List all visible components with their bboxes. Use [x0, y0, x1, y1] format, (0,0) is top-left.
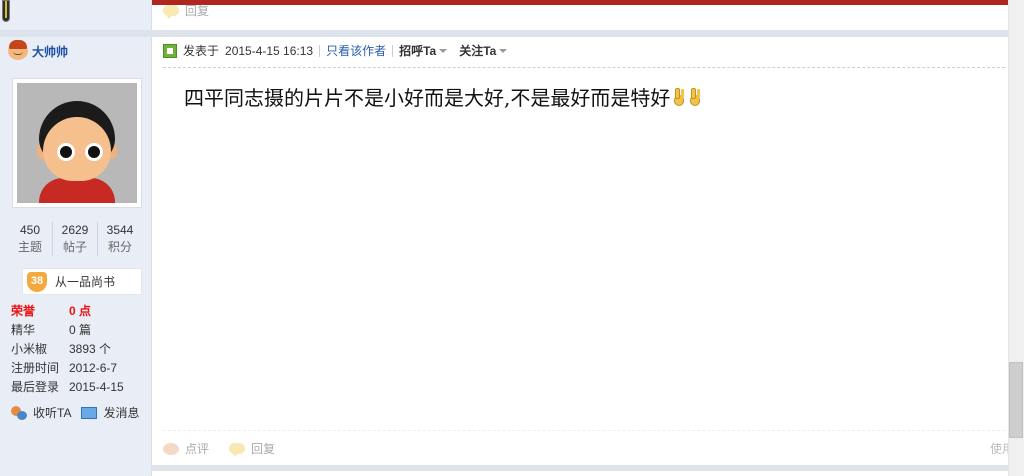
message-link[interactable]: 发消息	[103, 404, 139, 421]
stat-topics[interactable]: 450 主题	[8, 222, 53, 256]
avatar[interactable]	[12, 78, 142, 208]
follow-dropdown[interactable]: 关注Ta	[459, 42, 508, 59]
previous-reply-label: 回复	[185, 4, 210, 18]
avatar-eye-left	[57, 143, 75, 161]
info-key: 最后登录	[11, 380, 60, 394]
greet-label: 招呼Ta	[399, 44, 437, 58]
post-footer-divider	[163, 430, 1005, 431]
info-value: 2012-6-7	[69, 361, 118, 375]
follow-label: 关注Ta	[459, 44, 497, 58]
posted-label: 发表于	[183, 44, 220, 58]
stat-points-label: 积分	[107, 240, 132, 254]
avatar-body	[39, 178, 115, 203]
post-meta: 发表于 2015-4-15 16:13 只看该作者 招呼Ta 关注Ta	[163, 42, 508, 59]
stat-posts-value: 2629	[61, 223, 89, 237]
post-separator	[0, 30, 1008, 37]
post-bottom-border	[151, 465, 1008, 471]
envelope-icon	[81, 406, 98, 419]
info-row-pepper: 小米椒 3893 个	[11, 340, 111, 359]
stat-points-value: 3544	[106, 223, 134, 237]
previous-reply-button[interactable]: 回复	[163, 2, 209, 19]
rate-icon	[163, 442, 179, 455]
avatar-eye-right	[85, 143, 103, 161]
author-stats: 450 主题 2629 帖子 3544 积分	[8, 222, 142, 256]
victory-hand-icon	[688, 87, 702, 106]
post-status-icon	[163, 43, 177, 58]
post-date: 2015-4-15 16:13	[225, 43, 314, 58]
info-key: 荣誉	[11, 304, 36, 318]
rank-shield-icon: 38	[27, 271, 47, 292]
rate-button[interactable]: 点评	[185, 440, 209, 457]
stat-points[interactable]: 3544 积分	[98, 222, 142, 256]
info-row-digest: 精华 0 篇	[11, 321, 91, 340]
info-value: 0 点	[69, 304, 92, 318]
greet-dropdown[interactable]: 招呼Ta	[399, 42, 448, 59]
info-key: 小米椒	[11, 342, 48, 356]
info-row-last-login: 最后登录 2015-4-15	[11, 378, 124, 397]
chevron-down-icon	[499, 48, 508, 53]
post-content: 四平同志摄的片片不是小好而是大好,不是最好而是特好	[184, 82, 702, 111]
only-author-link[interactable]: 只看该作者	[326, 42, 386, 59]
info-value: 3893 个	[69, 342, 112, 356]
info-key: 注册时间	[11, 361, 60, 375]
reply-bubble-icon	[163, 5, 179, 19]
post-footer: 点评 回复	[163, 440, 275, 457]
rank-badge[interactable]: 38 从一品尚书	[22, 268, 142, 295]
info-value: 0 篇	[69, 323, 92, 337]
user-face-icon	[8, 40, 28, 60]
stat-posts[interactable]: 2629 帖子	[53, 222, 98, 256]
author-name[interactable]: 大帅帅	[32, 43, 68, 60]
info-value: 2015-4-15	[69, 380, 124, 394]
stat-topics-value: 450	[19, 223, 41, 237]
listen-link[interactable]: 收听TA	[33, 404, 71, 421]
author-actions: 收听TA 发消息	[11, 404, 139, 421]
stat-posts-label: 帖子	[62, 240, 87, 254]
victory-hand-icon	[672, 87, 686, 106]
post-header-divider	[163, 67, 1005, 68]
rank-title: 从一品尚书	[55, 275, 116, 289]
info-row-honor: 荣誉 0 点	[11, 302, 91, 321]
stat-topics-label: 主题	[17, 240, 42, 254]
chevron-down-icon	[439, 48, 448, 53]
reply-bubble-icon	[229, 443, 246, 457]
post-text: 四平同志摄的片片不是小好而是大好,不是最好而是特好	[184, 86, 671, 110]
avatar-image	[17, 83, 137, 203]
follow-users-icon	[11, 405, 27, 420]
info-key: 精华	[11, 323, 36, 337]
divider	[392, 44, 394, 57]
divider	[319, 44, 321, 57]
previous-author-column	[0, 0, 152, 30]
reply-button[interactable]: 回复	[251, 440, 275, 457]
scrollbar-thumb[interactable]	[1009, 362, 1023, 438]
scroll-indicator-icon	[2, 0, 10, 22]
author-header[interactable]: 大帅帅	[8, 40, 68, 60]
previous-post-accent-bar	[152, 0, 1008, 5]
info-row-registered: 注册时间 2012-6-7	[11, 359, 117, 378]
